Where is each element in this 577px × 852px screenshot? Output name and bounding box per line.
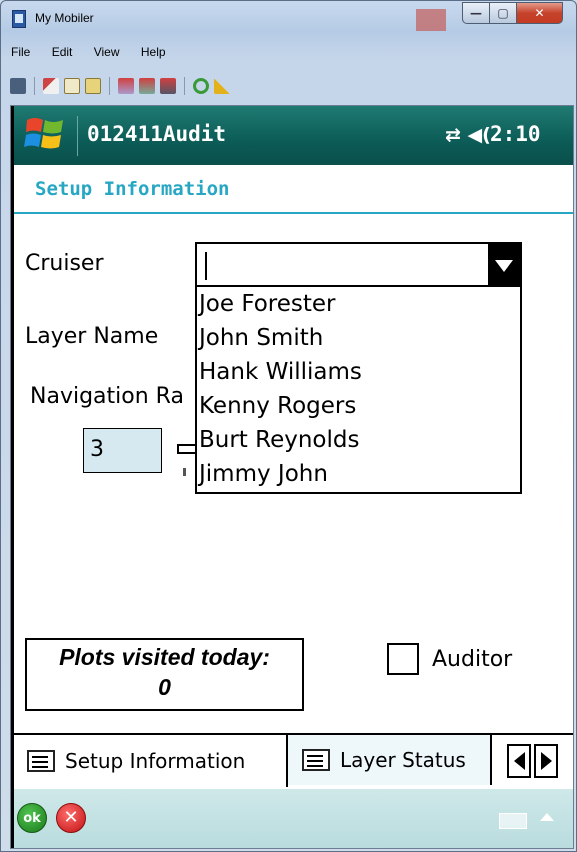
partial-control [177, 444, 195, 454]
cut-icon[interactable] [43, 78, 59, 94]
tab-label: Layer Status [340, 748, 466, 772]
app-title: 012411Audit [87, 122, 227, 146]
title-bar[interactable]: My Mobiler — ▢ ✕ [1, 1, 576, 37]
window-title: My Mobiler [35, 11, 94, 25]
clock[interactable]: 2:10 [490, 122, 541, 146]
device-icon[interactable] [10, 78, 26, 94]
cruiser-combobox[interactable] [195, 242, 522, 289]
app-icon [12, 10, 26, 28]
tab-layer-status[interactable]: Layer Status [288, 733, 492, 785]
scroll-left-button[interactable] [507, 744, 531, 778]
plots-visited-box: Plots visited today: 0 [25, 638, 304, 711]
close-icon: ✕ [534, 6, 545, 20]
auditor-label[interactable]: Auditor [432, 647, 512, 672]
menu-help[interactable]: Help [141, 45, 166, 59]
arrow-right-icon [540, 752, 552, 770]
status-separator [77, 116, 78, 156]
maximize-icon: ▢ [497, 6, 509, 20]
toolbar-separator [184, 77, 185, 95]
plots-visited-label: Plots visited today: [59, 644, 270, 670]
dropdown-option[interactable]: Joe Forester [197, 287, 520, 321]
refresh-icon[interactable] [193, 78, 209, 94]
navigation-label: Navigation Ra [30, 384, 184, 409]
tab-scroll-buttons [492, 735, 573, 787]
minimize-button[interactable]: — [462, 2, 490, 24]
arrow-left-icon [513, 752, 525, 770]
keyboard-icon[interactable] [499, 813, 527, 829]
close-button[interactable]: ✕ [516, 2, 563, 24]
menu-file[interactable]: File [11, 45, 30, 59]
chevron-up-icon[interactable] [540, 813, 554, 821]
form-icon [302, 749, 330, 771]
dropdown-option[interactable]: Burt Reynolds [197, 423, 520, 457]
tab-setup-information[interactable]: Setup Information [11, 735, 288, 787]
cruiser-dropdown-list: Joe Forester John Smith Hank Williams Ke… [195, 285, 522, 494]
title-divider [11, 212, 573, 214]
menu-bar: File Edit View Help [10, 45, 184, 65]
menu-edit[interactable]: Edit [52, 45, 73, 59]
cancel-button[interactable]: ✕ [56, 803, 86, 833]
dropdown-option[interactable]: Kenny Rogers [197, 389, 520, 423]
title-glow [416, 9, 446, 31]
sync2-icon[interactable] [139, 78, 155, 94]
sync3-icon[interactable] [160, 78, 176, 94]
toolbar-separator [109, 77, 110, 95]
ok-button[interactable]: ok [17, 803, 47, 833]
scroll-right-button[interactable] [534, 744, 558, 778]
tab-label: Setup Information [65, 749, 246, 773]
partial-control [183, 468, 186, 476]
minimize-icon: — [470, 6, 482, 20]
sync-icon[interactable] [118, 78, 134, 94]
auditor-checkbox[interactable] [387, 643, 419, 675]
dropdown-option[interactable]: Hank Williams [197, 355, 520, 389]
windows-start-icon[interactable] [23, 114, 67, 154]
maximize-button[interactable]: ▢ [489, 2, 517, 24]
tab-strip: Setup Information Layer Status [11, 733, 573, 789]
mobiler-window: My Mobiler — ▢ ✕ File Edit View Help 012… [0, 0, 577, 852]
menu-view[interactable]: View [94, 45, 120, 59]
dropdown-option[interactable]: Jimmy John [197, 457, 520, 491]
cruiser-label: Cruiser [25, 251, 104, 276]
connectivity-volume-icon[interactable]: ⇄ ◀( [445, 124, 491, 146]
navigation-value: 3 [90, 437, 104, 462]
softkey-bar: ok ✕ [11, 789, 573, 848]
layer-name-label: Layer Name [25, 324, 159, 349]
page-title: Setup Information [35, 178, 230, 200]
toolbar-separator [34, 77, 35, 95]
form-icon [27, 750, 55, 772]
paste-icon[interactable] [85, 78, 101, 94]
text-caret [205, 252, 207, 280]
plots-visited-value: 0 [158, 674, 171, 700]
screen-edge [11, 106, 14, 848]
broom-icon[interactable] [214, 78, 230, 94]
chevron-down-icon[interactable] [488, 244, 520, 287]
copy-icon[interactable] [64, 78, 80, 94]
navigation-input[interactable]: 3 [83, 428, 162, 473]
toolbar [10, 73, 230, 99]
device-screen: 012411Audit ⇄ ◀( 2:10 Setup Information … [10, 105, 574, 849]
status-bar: 012411Audit ⇄ ◀( 2:10 [11, 106, 573, 165]
dropdown-option[interactable]: John Smith [197, 321, 520, 355]
